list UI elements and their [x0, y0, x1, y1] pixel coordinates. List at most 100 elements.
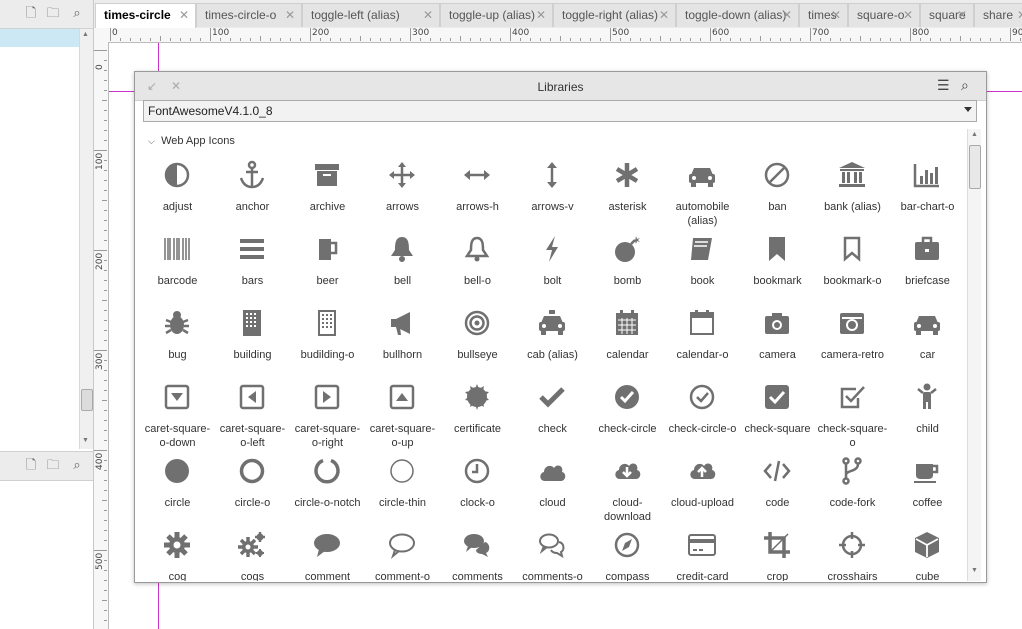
tab-1[interactable]: times-circle ✕	[95, 3, 196, 28]
icon-tile[interactable]: circle-o	[215, 455, 290, 529]
icon-tile[interactable]: beer	[290, 233, 365, 307]
icon-tile[interactable]: comments	[440, 529, 515, 581]
icon-tile[interactable]: bars	[215, 233, 290, 307]
icon-tile[interactable]: archive	[290, 159, 365, 233]
icon-tile[interactable]: bug	[140, 307, 215, 381]
icon-tile[interactable]: asterisk	[590, 159, 665, 233]
tab-close-icon[interactable]: ✕	[285, 4, 295, 26]
new-page-icon[interactable]: 🗋	[24, 6, 38, 20]
icon-tile[interactable]: automobile (alias)	[665, 159, 740, 233]
icon-tile[interactable]: book	[665, 233, 740, 307]
icon-tile[interactable]: caret-square-o-right	[290, 381, 365, 455]
scroll-down-icon[interactable]: ▼	[82, 437, 89, 444]
icon-tile[interactable]: bomb	[590, 233, 665, 307]
icon-tile[interactable]: cloud	[515, 455, 590, 529]
icon-tile[interactable]: arrows	[365, 159, 440, 233]
icon-tile[interactable]: adjust	[140, 159, 215, 233]
scroll-up-icon[interactable]: ▲	[82, 31, 89, 38]
icon-tile[interactable]: bookmark	[740, 233, 815, 307]
icon-tile[interactable]: anchor	[215, 159, 290, 233]
icon-tile[interactable]: circle-o-notch	[290, 455, 365, 529]
icon-tile[interactable]: calendar-o	[665, 307, 740, 381]
page-list[interactable]	[0, 29, 79, 449]
icon-tile[interactable]: credit-card	[665, 529, 740, 581]
icon-tile[interactable]: clock-o	[440, 455, 515, 529]
icon-tile[interactable]: ban	[740, 159, 815, 233]
icon-tile[interactable]: bullhorn	[365, 307, 440, 381]
tab-8[interactable]: square-o ✕	[848, 3, 920, 27]
icon-tile[interactable]: bolt	[515, 233, 590, 307]
icon-tile[interactable]: comments-o	[515, 529, 590, 581]
icon-tile[interactable]: bullseye	[440, 307, 515, 381]
icon-tile[interactable]: budilding-o	[290, 307, 365, 381]
tab-close-icon[interactable]: ✕	[179, 4, 189, 26]
tab-3[interactable]: toggle-left (alias) ✕	[302, 3, 440, 27]
tab-close-icon[interactable]: ✕	[782, 4, 792, 26]
icon-tile[interactable]: code-fork	[815, 455, 890, 529]
icon-tile[interactable]: code	[740, 455, 815, 529]
icon-tile[interactable]: check	[515, 381, 590, 455]
icon-tile[interactable]: circle-thin	[365, 455, 440, 529]
icon-tile[interactable]: cloud-download	[590, 455, 665, 529]
tab-close-icon[interactable]: ✕	[536, 4, 546, 26]
tab-10[interactable]: share✕	[974, 3, 1022, 27]
icon-tile[interactable]: circle	[140, 455, 215, 529]
icon-tile[interactable]: calendar	[590, 307, 665, 381]
icon-tile[interactable]: arrows-v	[515, 159, 590, 233]
scroll-thumb[interactable]	[81, 389, 93, 411]
library-select[interactable]: FontAwesomeV4.1.0_8	[143, 100, 977, 122]
icon-tile[interactable]: camera-retro	[815, 307, 890, 381]
icon-tile[interactable]: bookmark-o	[815, 233, 890, 307]
icon-tile[interactable]: caret-square-o-down	[140, 381, 215, 455]
tab-close-icon[interactable]: ✕	[903, 4, 913, 26]
icon-tile[interactable]: briefcase	[890, 233, 965, 307]
search-icon[interactable]: ⌕	[70, 6, 84, 20]
icon-tile[interactable]: comment-o	[365, 529, 440, 581]
icon-tile[interactable]: car	[890, 307, 965, 381]
tab-2[interactable]: times-circle-o ✕	[196, 3, 302, 27]
icon-tile[interactable]: bell	[365, 233, 440, 307]
icon-tile[interactable]: cab (alias)	[515, 307, 590, 381]
menu-icon[interactable]: ☰	[937, 77, 950, 94]
icon-tile[interactable]: comment	[290, 529, 365, 581]
icon-tile[interactable]: cog	[140, 529, 215, 581]
search-icon[interactable]: ⌕	[70, 458, 84, 472]
icon-tile[interactable]: check-circle	[590, 381, 665, 455]
icon-tile[interactable]: barcode	[140, 233, 215, 307]
icon-tile[interactable]: child	[890, 381, 965, 455]
section-header[interactable]: ⌵ Web App Icons	[148, 135, 235, 147]
scroll-thumb[interactable]	[969, 145, 981, 189]
new-folder-icon[interactable]: 🗀	[46, 6, 60, 20]
selected-page-row[interactable]	[0, 29, 79, 47]
tab-7[interactable]: times ✕	[799, 3, 848, 27]
scroll-down-icon[interactable]: ▼	[971, 567, 978, 574]
icon-tile[interactable]: bell-o	[440, 233, 515, 307]
left-panel-scrollbar[interactable]: ▲ ▼	[79, 29, 93, 449]
dialog-titlebar[interactable]: ↙ ✕ Libraries ☰ ⌕	[135, 72, 986, 101]
icon-tile[interactable]: arrows-h	[440, 159, 515, 233]
library-scrollbar[interactable]: ▲ ▼	[967, 129, 981, 581]
icon-tile[interactable]: building	[215, 307, 290, 381]
icon-tile[interactable]: crosshairs	[815, 529, 890, 581]
tab-4[interactable]: toggle-up (alias) ✕	[440, 3, 553, 27]
tab-close-icon[interactable]: ✕	[423, 4, 433, 26]
icon-tile[interactable]: crop	[740, 529, 815, 581]
tab-close-icon[interactable]: ✕	[659, 4, 669, 26]
new-page-icon[interactable]: 🗋	[24, 458, 38, 472]
scroll-up-icon[interactable]: ▲	[971, 131, 978, 138]
icon-tile[interactable]: check-square	[740, 381, 815, 455]
icon-tile[interactable]: camera	[740, 307, 815, 381]
tab-9[interactable]: square ✕	[920, 3, 974, 27]
icon-tile[interactable]: cube	[890, 529, 965, 581]
tab-5[interactable]: toggle-right (alias) ✕	[553, 3, 676, 27]
icon-tile[interactable]: certificate	[440, 381, 515, 455]
icon-tile[interactable]: bank (alias)	[815, 159, 890, 233]
icon-tile[interactable]: caret-square-o-left	[215, 381, 290, 455]
icon-tile[interactable]: check-square-o	[815, 381, 890, 455]
search-icon[interactable]: ⌕	[961, 77, 969, 94]
icon-tile[interactable]: compass	[590, 529, 665, 581]
tab-close-icon[interactable]: ✕	[831, 4, 841, 26]
icon-tile[interactable]: check-circle-o	[665, 381, 740, 455]
tab-close-icon[interactable]: ✕	[957, 4, 967, 26]
tab-close-icon[interactable]: ✕	[1017, 4, 1022, 26]
